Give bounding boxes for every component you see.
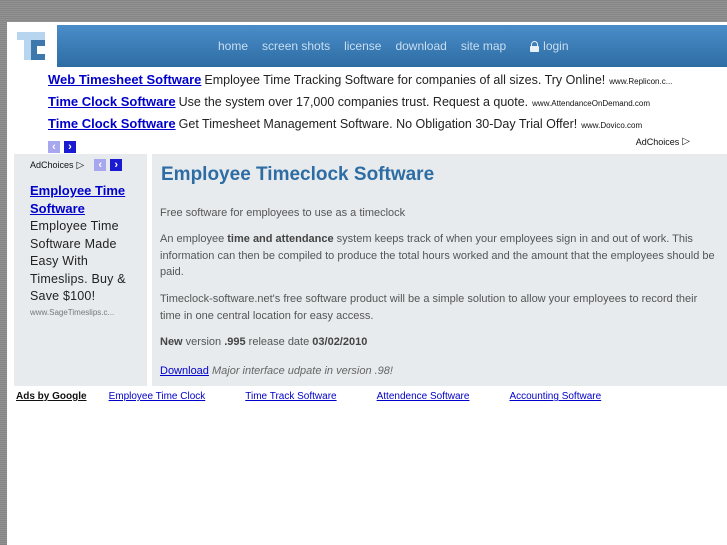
bottom-ad-link[interactable]: Accounting Software <box>509 391 601 402</box>
product-paragraph: Timeclock-software.net's free software p… <box>160 293 698 322</box>
ad-item: Time Clock Software Use the system over … <box>48 94 727 116</box>
subtitle: Free software for employees to use as a … <box>160 207 406 219</box>
sidebar-adchoices-link[interactable]: AdChoices ▷ <box>30 160 84 171</box>
ad-url[interactable]: www.AttendanceOnDemand.com <box>532 99 650 108</box>
sidebar-ad-pager: ‹ › <box>94 159 123 171</box>
nav-login[interactable]: login <box>530 39 569 53</box>
ad-description: Get Timesheet Management Software. No Ob… <box>178 117 578 131</box>
page: home screen shots license download site … <box>7 22 727 545</box>
nav-download[interactable]: download <box>395 39 446 53</box>
adchoices-label: AdChoices <box>635 136 680 147</box>
ad-item: Time Clock Software Get Timesheet Manage… <box>48 116 727 138</box>
adchoices-link[interactable]: AdChoices ▷ <box>636 136 690 147</box>
ad-pager: ‹ › <box>48 141 727 153</box>
ad-title-link[interactable]: Time Clock Software <box>48 116 176 131</box>
prev-ad-button[interactable]: ‹ <box>94 159 107 171</box>
nav-screen-shots[interactable]: screen shots <box>262 39 330 53</box>
logo[interactable] <box>17 32 45 60</box>
new-label: New <box>160 336 183 348</box>
ad-description: Employee Time Tracking Software for comp… <box>204 73 606 87</box>
intro-text: An employee <box>160 233 228 245</box>
nav-license[interactable]: license <box>344 39 381 53</box>
nav-bar: home screen shots license download site … <box>57 25 727 67</box>
release-text: release date <box>245 336 313 348</box>
ads-by-google-link[interactable]: Ads by Google <box>16 391 87 402</box>
ad-title-link[interactable]: Time Clock Software <box>48 94 176 109</box>
nav-site-map[interactable]: site map <box>461 39 506 53</box>
sidebar-ad-header: AdChoices ▷ ‹ › <box>30 159 123 171</box>
ad-url[interactable]: www.Dovico.com <box>581 121 642 130</box>
download-note: Major interface udpate in version .98! <box>211 365 393 377</box>
download-line: Download Major interface udpate in versi… <box>160 363 720 380</box>
version-info: New version .995 release date 03/02/2010 <box>160 334 720 351</box>
ad-description: Use the system over 17,000 companies tru… <box>178 95 529 109</box>
adchoices-icon: ▷ <box>76 159 85 171</box>
next-ad-button[interactable]: › <box>64 141 76 153</box>
ad-item: Web Timesheet Software Employee Time Tra… <box>48 72 727 94</box>
adchoices-icon: ▷ <box>682 136 690 147</box>
main-content: Employee Timeclock Software Free softwar… <box>152 154 727 386</box>
top-ads: Web Timesheet Software Employee Time Tra… <box>48 72 727 153</box>
nav-links: home screen shots license download site … <box>218 25 583 67</box>
sidebar-ad-title-link[interactable]: Employee Time Software <box>30 182 142 218</box>
release-date: 03/02/2010 <box>312 336 368 348</box>
adchoices-label: AdChoices <box>30 160 74 170</box>
lock-icon <box>530 41 540 52</box>
version-number: .995 <box>224 336 246 348</box>
bottom-ad-links: Ads by Google Employee Time Clock Time T… <box>16 391 641 402</box>
page-title: Employee Timeclock Software <box>161 164 435 185</box>
ad-title-link[interactable]: Web Timesheet Software <box>48 72 201 87</box>
sidebar-ad-panel: AdChoices ▷ ‹ › Employee Time Software E… <box>14 154 147 386</box>
login-label: login <box>543 39 569 53</box>
sidebar-ad: Employee Time Software Employee Time Sof… <box>30 182 142 317</box>
version-text: version <box>182 336 225 348</box>
ad-url[interactable]: www.Replicon.c... <box>609 77 672 86</box>
intro-paragraph: An employee time and attendance system k… <box>160 231 720 281</box>
bottom-ad-link[interactable]: Time Track Software <box>245 391 336 402</box>
sidebar-ad-url[interactable]: www.SageTimeslips.c... <box>30 308 142 317</box>
sidebar-ad-description: Employee Time Software Made Easy With Ti… <box>30 219 126 303</box>
prev-ad-button[interactable]: ‹ <box>48 141 60 153</box>
intro-bold: time and attendance <box>227 233 334 245</box>
download-link[interactable]: Download <box>160 365 209 377</box>
next-ad-button[interactable]: › <box>110 159 123 171</box>
bottom-ad-link[interactable]: Attendence Software <box>377 391 470 402</box>
bottom-ad-link[interactable]: Employee Time Clock <box>109 391 206 402</box>
nav-home[interactable]: home <box>218 39 248 53</box>
logo-c-gap <box>37 46 45 54</box>
